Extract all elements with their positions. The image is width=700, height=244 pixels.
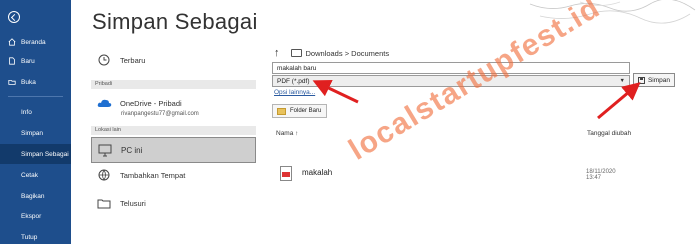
- arrow-to-filetype: [312, 80, 359, 104]
- annotation-arrows: [312, 80, 641, 120]
- save-as-window: Beranda Baru Buka Info Simpan Simpan Seb…: [0, 0, 700, 244]
- arrow-to-save-button: [597, 82, 641, 120]
